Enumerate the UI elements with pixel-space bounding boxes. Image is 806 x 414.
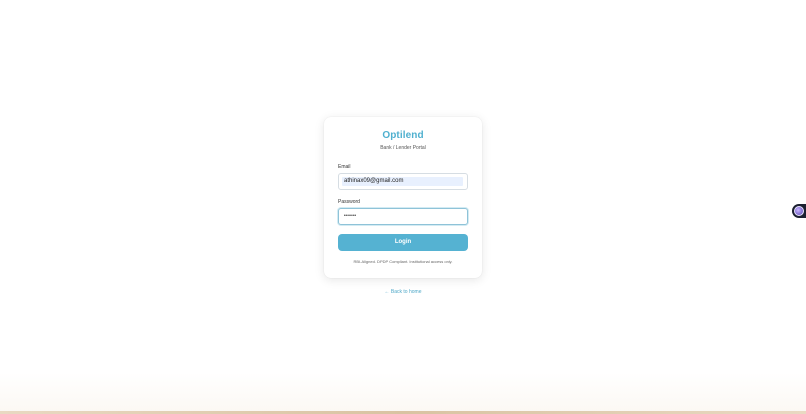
portal-subtitle: Bank / Lender Portal [380,145,426,151]
login-button[interactable]: Login [338,234,468,251]
floating-assistant-button[interactable] [792,204,806,218]
password-label: Password [338,199,360,205]
email-value: athinax09@gmail.com [344,178,404,184]
back-to-home-link[interactable]: ← Back to home [0,289,806,295]
password-field[interactable]: •••••• [338,208,468,225]
email-label: Email [338,164,351,170]
password-masked-value: •••••• [344,213,357,219]
email-field[interactable]: athinax09@gmail.com [338,173,468,190]
assistant-orb-icon [794,206,804,216]
compliance-note: RBI-Aligned. DPDP Compliant. Institution… [353,259,453,264]
login-card [324,117,482,278]
brand-title: Optilend [382,130,424,141]
